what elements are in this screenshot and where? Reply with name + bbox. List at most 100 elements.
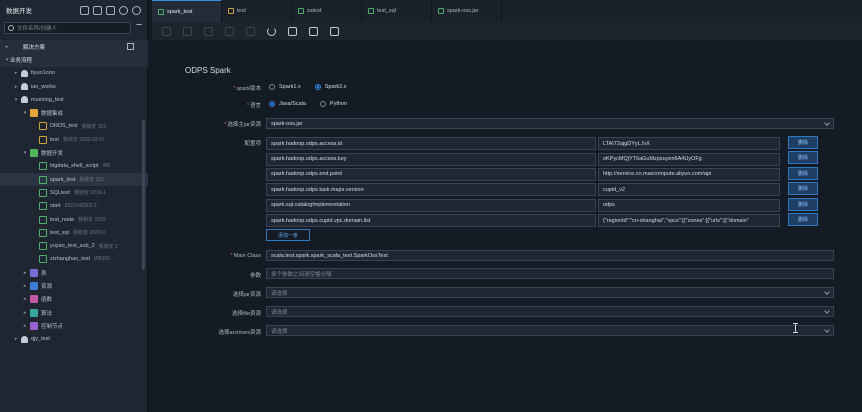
caret-down-icon[interactable]: ▾: [13, 97, 19, 103]
tree-folder[interactable]: ▸ qjy_test: [0, 333, 148, 346]
config-value-input[interactable]: http://service.cn.maxcompute.aliyun.com/…: [598, 167, 780, 181]
new-file-icon[interactable]: [93, 5, 102, 15]
main-jar-select[interactable]: spark-oss.jar: [266, 118, 834, 129]
radio-java-scala[interactable]: Java/Scala: [269, 101, 306, 107]
config-value-input[interactable]: {"regionId":"cn-shanghai","vpcs":[{"zone…: [598, 214, 780, 228]
tree-folder[interactable]: ▸ 算法: [0, 306, 148, 319]
caret-right-icon[interactable]: ▸: [22, 296, 28, 302]
tree-meta: 我锁定 2: [98, 243, 118, 250]
tree-folder[interactable]: ▾ 数据开发: [0, 146, 148, 159]
tree-section[interactable]: ▾ 业务流程: [0, 53, 148, 67]
tab-spark-oss-jar[interactable]: spark-oss.jar: [432, 0, 502, 22]
tab-label: spark-oss.jar: [447, 8, 479, 14]
delete-config-button[interactable]: 删除: [788, 136, 818, 149]
tree-folder[interactable]: ▾ 数据集成: [0, 106, 148, 119]
tree-node[interactable]: DRDS_test 我锁定 201: [0, 120, 148, 133]
file-res-select[interactable]: 请选择: [266, 306, 834, 317]
publish-icon[interactable]: [330, 26, 339, 36]
tab-label: zstest: [307, 8, 322, 14]
config-key-input[interactable]: spark.hadoop.odps.task.major.version: [266, 183, 596, 197]
config-key-input[interactable]: spark.hadoop.odps.cupid.vpc.domain.list: [266, 214, 596, 228]
tree-folder[interactable]: ▸ 控制节点: [0, 319, 148, 332]
tree-node[interactable]: test_node 我锁定 2019: [0, 213, 148, 226]
config-key-input[interactable]: spark.sql.catalogImplementation: [266, 198, 596, 212]
blue-icon: [30, 281, 38, 290]
config-value-input[interactable]: LTAI72ajgDYyLJvX: [598, 137, 780, 151]
radio-python[interactable]: Python: [319, 101, 347, 107]
tree-label: fiyun1ooo: [31, 70, 55, 77]
tree-node[interactable]: SQLtest 我锁定 2019-1: [0, 186, 148, 199]
tab-test-sql[interactable]: test_sql: [362, 0, 432, 22]
tab-label: test: [237, 8, 246, 14]
tree-folder[interactable]: ▸ 资源: [0, 279, 148, 292]
tree-node[interactable]: zizhanghao_test W8150: [0, 253, 148, 266]
delete-config-button[interactable]: 删除: [788, 166, 818, 180]
locate-icon[interactable]: [132, 5, 141, 15]
tree-node[interactable]: spark_test 我锁定 201: [0, 172, 148, 187]
reload-icon[interactable]: [246, 26, 255, 36]
tab-test[interactable]: test: [222, 0, 292, 22]
config-value-input[interactable]: odps: [598, 198, 780, 212]
radio-spark1[interactable]: Spark1.x: [269, 84, 301, 90]
tree-node[interactable]: bigdata_shell_script W8: [0, 160, 148, 173]
caret-right-icon[interactable]: ▸: [22, 270, 28, 276]
refresh-icon[interactable]: [267, 26, 276, 36]
delete-config-button[interactable]: 删除: [788, 182, 818, 196]
caret-right-icon[interactable]: ▸: [4, 44, 10, 50]
folder-icon: [30, 109, 38, 118]
tree-label: muxiong_test: [31, 96, 64, 103]
main-class-input[interactable]: scala.test.spark.spark_scala_test.SparkO…: [266, 250, 834, 261]
new-flow-icon[interactable]: [80, 5, 89, 15]
delete-config-button[interactable]: 删除: [788, 197, 818, 211]
config-key-input[interactable]: spark.hadoop.odps.access.id: [266, 137, 596, 151]
refresh-icon[interactable]: [119, 5, 128, 15]
caret-right-icon[interactable]: ▸: [13, 70, 19, 76]
tree-label: 函数: [41, 297, 53, 304]
args-input[interactable]: 多个参数之间请空格分隔: [266, 268, 834, 279]
tab-zstest[interactable]: zstest: [292, 0, 362, 22]
import-icon[interactable]: [106, 5, 115, 15]
sidebar-scrollbar[interactable]: [142, 120, 145, 270]
config-value-input[interactable]: oKPycMQjYT6aGuMzpsuyen6A4UyOFg: [598, 152, 780, 166]
sql-icon: [39, 242, 47, 251]
tree-label: DRDS_test: [50, 123, 78, 130]
radio-spark2[interactable]: Spark2.x: [314, 84, 346, 90]
delete-config-button[interactable]: 删除: [788, 151, 818, 165]
save-icon[interactable]: [162, 26, 171, 36]
tree-node[interactable]: yuyao_test_sub_2 我锁定 2: [0, 239, 148, 252]
config-value-input[interactable]: cupid_v2: [598, 183, 780, 197]
tree-folder[interactable]: ▸ 函数: [0, 293, 148, 306]
caret-right-icon[interactable]: ▸: [22, 283, 28, 289]
language-group: Java/Scala Python: [269, 101, 347, 107]
grid-icon[interactable]: [127, 43, 134, 51]
caret-right-icon[interactable]: ▸: [22, 310, 28, 316]
tree-folder[interactable]: ▾ muxiong_test: [0, 93, 148, 106]
run-params-icon[interactable]: [204, 26, 213, 36]
caret-right-icon[interactable]: ▸: [22, 323, 28, 329]
archives-res-select[interactable]: 请选择: [266, 325, 834, 336]
delete-config-button[interactable]: 删除: [788, 213, 818, 226]
chevron-down-icon: [824, 307, 830, 314]
caret-right-icon[interactable]: ▸: [13, 336, 19, 342]
tree-node[interactable]: test_sql 我锁定 2020-0: [0, 226, 148, 239]
tree-folder[interactable]: ▸ ian_works: [0, 80, 148, 93]
format-icon[interactable]: [288, 26, 297, 36]
jar-res-select[interactable]: 请选择: [266, 287, 834, 298]
filter-icon[interactable]: [135, 24, 143, 32]
caret-down-icon[interactable]: ▾: [22, 150, 28, 156]
add-config-button[interactable]: 添加一条: [266, 229, 310, 241]
caret-down-icon[interactable]: ▾: [22, 110, 28, 116]
run-icon[interactable]: [183, 26, 192, 36]
config-key-input[interactable]: spark.hadoop.odps.end.point: [266, 167, 596, 181]
tree-node[interactable]: test 我锁定 2020-02-07: [0, 133, 148, 146]
tree-section[interactable]: ▸ 解决方案: [0, 40, 148, 54]
submit-icon[interactable]: [309, 26, 318, 36]
tree-node[interactable]: start 5021642900 2: [0, 200, 148, 213]
caret-right-icon[interactable]: ▸: [13, 84, 19, 90]
config-key-input[interactable]: spark.hadoop.odps.access.key: [266, 152, 596, 166]
stop-icon[interactable]: [225, 26, 234, 36]
tree-folder[interactable]: ▸ 表: [0, 266, 148, 279]
tab-spark-test[interactable]: spark_test: [152, 0, 222, 22]
tree-folder[interactable]: ▸ fiyun1ooo: [0, 67, 148, 80]
search-input[interactable]: 文件名称/创建人: [4, 22, 131, 34]
